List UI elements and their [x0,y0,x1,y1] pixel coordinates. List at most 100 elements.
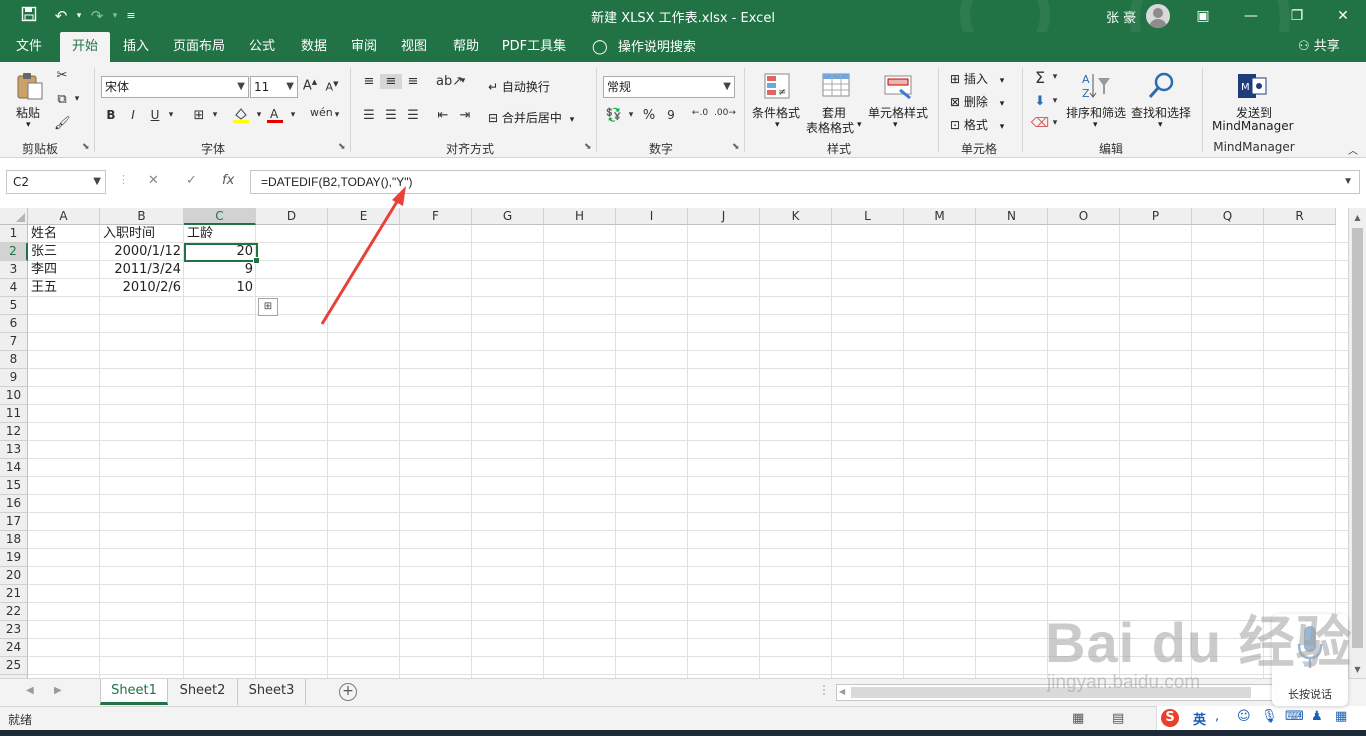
row-header-24[interactable]: 24 [0,639,28,657]
share-button[interactable]: ⚇ 共享 [1298,32,1340,62]
scroll-down-icon[interactable]: ▼ [1349,662,1366,678]
align-top-icon[interactable]: ≡ [360,74,378,89]
row-header-5[interactable]: 5 [0,297,28,315]
format-as-table-icon[interactable] [820,70,852,102]
sheet-tab-sheet2[interactable]: Sheet2 [168,679,238,705]
vertical-scrollbar[interactable]: ▲ ▼ [1348,208,1366,678]
cell-styles-icon[interactable] [882,70,914,102]
decrease-font-size-icon[interactable]: A▼ [324,80,340,94]
tab-view[interactable]: 视图 [392,32,436,62]
row-header-23[interactable]: 23 [0,621,28,639]
column-header-d[interactable]: D [256,208,328,225]
autosum-icon[interactable]: Σ [1030,68,1050,87]
format-as-table-label-2[interactable]: 表格格式 [806,119,854,136]
decrease-indent-icon[interactable]: ⇤ [434,108,452,123]
cell-A1[interactable]: 姓名 [29,225,100,243]
row-header-20[interactable]: 20 [0,567,28,585]
column-header-p[interactable]: P [1120,208,1192,225]
row-header-9[interactable]: 9 [0,369,28,387]
cancel-icon[interactable]: ✕ [148,173,159,188]
sheet-tab-sheet1[interactable]: Sheet1 [100,679,168,705]
cell-C3[interactable]: 9 [185,261,256,279]
fill-dropdown-icon[interactable]: ▾ [1050,96,1060,106]
cell-C1[interactable]: 工龄 [185,225,256,243]
sheet-tab-sheet3[interactable]: Sheet3 [238,679,306,705]
paste-icon[interactable] [14,70,46,102]
cell-B2[interactable]: 2000/1/12 [101,243,184,261]
tab-data[interactable]: 数据 [292,32,336,62]
next-sheet-icon[interactable]: ▶ [54,685,62,696]
dialog-launcher-icon[interactable]: ⬊ [584,142,592,152]
customize-quick-access-icon[interactable]: ≡ [120,6,142,26]
scroll-up-icon[interactable]: ▲ [1349,210,1366,226]
copy-icon[interactable]: ⧉ [54,92,70,107]
merge-center-button[interactable]: ⊟ 合并后居中 ▾ [488,109,574,126]
row-header-17[interactable]: 17 [0,513,28,531]
number-format-combo[interactable]: 常规 ▼ [603,76,735,98]
conditional-formatting-label[interactable]: 条件格式 [752,104,800,121]
auto-fill-options-icon[interactable]: ⊞ [258,298,278,316]
chevron-down-icon[interactable]: ▾ [857,120,862,130]
row-header-1[interactable]: 1 [0,225,28,243]
fill-color-icon[interactable] [232,106,250,128]
orientation-dropdown-icon[interactable]: ▾ [458,76,468,86]
cell-A3[interactable]: 李四 [29,261,100,279]
column-header-f[interactable]: F [400,208,472,225]
punctuation-icon[interactable]: , [1215,709,1219,724]
normal-view-icon[interactable]: ▦ [1072,711,1084,726]
user-name[interactable]: 张 豪 [1106,7,1136,26]
row-header-25[interactable]: 25 [0,657,28,675]
column-header-a[interactable]: A [28,208,100,225]
name-box[interactable]: C2 ▼ [6,170,106,194]
font-size-combo[interactable]: 11 ▼ [250,76,298,98]
find-select-icon[interactable] [1146,70,1178,102]
sort-filter-label[interactable]: 排序和筛选 [1066,104,1126,121]
toolbox-icon[interactable]: ▦ [1335,709,1347,724]
tab-page-layout[interactable]: 页面布局 [166,32,232,62]
column-header-g[interactable]: G [472,208,544,225]
column-header-h[interactable]: H [544,208,616,225]
expand-formula-bar-icon[interactable]: ▼ [1343,171,1353,193]
increase-indent-icon[interactable]: ⇥ [456,108,474,123]
increase-decimal-icon[interactable]: ←.0 [690,108,710,118]
formula-input[interactable]: =DATEDIF(B2,TODAY(),"Y") ▼ [250,170,1360,194]
enter-icon[interactable]: ✓ [186,173,197,188]
ime-language-toggle[interactable]: 英 [1193,709,1206,728]
orientation-icon[interactable]: ab↗ [436,74,463,89]
align-bottom-icon[interactable]: ≡ [404,74,422,89]
scrollbar-thumb[interactable] [1352,228,1363,648]
underline-dropdown-icon[interactable]: ▾ [166,110,176,120]
column-header-m[interactable]: M [904,208,976,225]
format-painter-icon[interactable]: 🖌 [54,116,71,131]
cell-C4[interactable]: 10 [185,279,256,297]
chevron-down-icon[interactable]: ▾ [775,120,780,130]
comma-style-button[interactable]: 9 [664,108,678,122]
sort-filter-icon[interactable]: AZ [1080,70,1112,102]
row-header-3[interactable]: 3 [0,261,28,279]
row-header-15[interactable]: 15 [0,477,28,495]
column-header-i[interactable]: I [616,208,688,225]
cell-A4[interactable]: 王五 [29,279,100,297]
paste-dropdown-icon[interactable]: ▾ [26,120,31,130]
insert-function-icon[interactable]: fx [222,173,234,188]
cell-styles-label[interactable]: 单元格样式 [868,104,928,121]
copy-dropdown-icon[interactable]: ▾ [72,94,82,104]
row-header-6[interactable]: 6 [0,315,28,333]
accounting-format-icon[interactable]: 💱 [604,108,624,123]
row-header-12[interactable]: 12 [0,423,28,441]
close-icon[interactable]: ✕ [1320,0,1366,32]
column-header-q[interactable]: Q [1192,208,1264,225]
row-header-8[interactable]: 8 [0,351,28,369]
scroll-left-icon[interactable]: ◀ [839,687,845,696]
underline-button[interactable]: U [148,108,162,122]
column-header-b[interactable]: B [100,208,184,225]
autosum-dropdown-icon[interactable]: ▾ [1050,72,1060,82]
send-to-mindmanager-label-2[interactable]: MindManager [1212,119,1294,133]
borders-icon[interactable]: ⊞ [190,108,208,123]
format-cells-button[interactable]: ⊡ 格式 ▾ [950,116,1004,133]
column-header-l[interactable]: L [832,208,904,225]
tab-pdf-tools[interactable]: PDF工具集 [498,32,570,62]
dialog-launcher-icon[interactable]: ⬊ [82,142,90,152]
align-middle-icon[interactable]: ≡ [380,74,402,89]
row-header-21[interactable]: 21 [0,585,28,603]
